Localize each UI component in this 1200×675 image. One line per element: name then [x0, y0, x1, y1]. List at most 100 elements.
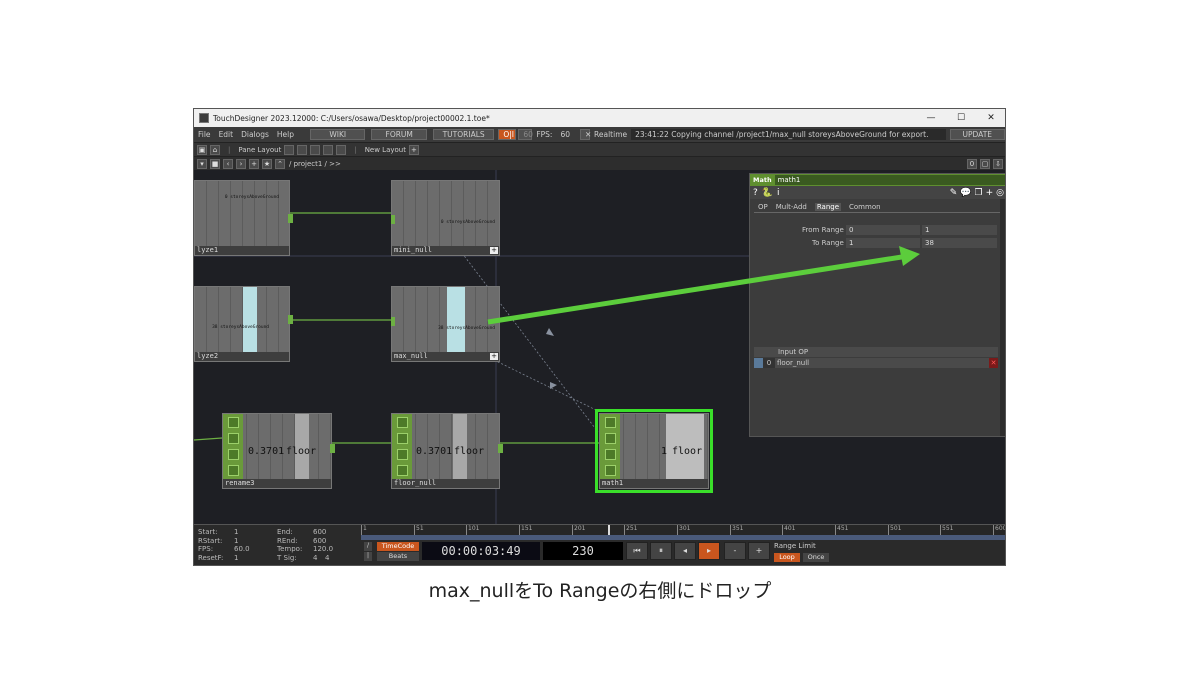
wave-icon[interactable]: [227, 432, 239, 444]
fps-value[interactable]: 60.0: [234, 545, 277, 554]
node-analyze1[interactable]: 0 storeysAboveGround lyze1: [194, 180, 293, 256]
node-max-null[interactable]: 38 storeysAboveGround max_null +: [391, 286, 500, 362]
home-icon[interactable]: ⌂: [210, 144, 220, 155]
resetf-value[interactable]: 1: [234, 554, 277, 563]
menu-file[interactable]: File: [194, 130, 215, 139]
menu-edit[interactable]: Edit: [215, 130, 238, 139]
minimize-button[interactable]: —: [916, 109, 946, 127]
network-editor[interactable]: 0 storeysAboveGround lyze1 0 storeysAbov…: [194, 170, 1005, 524]
plus-icon[interactable]: +: [249, 158, 259, 169]
realtime-checkbox[interactable]: ✕: [580, 129, 591, 140]
end-value[interactable]: 600: [313, 528, 326, 537]
tsig-b[interactable]: 4: [325, 554, 329, 563]
tsig-a[interactable]: 4: [313, 554, 325, 563]
start-value[interactable]: 1: [234, 528, 277, 537]
wave-icon[interactable]: [396, 432, 408, 444]
tab-op[interactable]: OP: [758, 203, 768, 211]
to-range-field-2[interactable]: 38: [922, 238, 997, 248]
forum-button[interactable]: FORUM: [371, 129, 427, 140]
node-label[interactable]: math1: [600, 479, 708, 488]
close-button[interactable]: ✕: [976, 109, 1005, 127]
frame-display[interactable]: 230: [543, 542, 623, 560]
bomb-icon[interactable]: [604, 465, 616, 477]
timecode-display[interactable]: 00:00:03:49: [422, 542, 540, 560]
sixty-toggle[interactable]: 60: [518, 129, 533, 140]
maximize-button[interactable]: ☐: [946, 109, 976, 127]
node-label[interactable]: max_null: [392, 352, 499, 361]
pin-icon[interactable]: ⇩: [993, 158, 1003, 169]
node-rename3[interactable]: 0.3701 floor rename3: [222, 413, 335, 489]
node-floor-null[interactable]: 0.3701 floor floor_null: [391, 413, 503, 489]
node-analyze2[interactable]: 38 storeysAboveGround lyze2: [194, 286, 293, 362]
beats-toggle-icon[interactable]: |: [364, 552, 372, 561]
star-icon[interactable]: ★: [262, 158, 272, 169]
output-connector[interactable]: [330, 444, 335, 453]
input-op-arrow-icon[interactable]: [754, 358, 763, 368]
tab-range[interactable]: Range: [814, 203, 842, 211]
once-button[interactable]: Once: [803, 553, 829, 562]
loop-button[interactable]: Loop: [774, 553, 800, 562]
layout-4-icon[interactable]: [323, 144, 334, 155]
rewind-button[interactable]: ⏮: [626, 542, 648, 560]
timecode-toggle-icon[interactable]: /: [364, 542, 372, 551]
beats-button[interactable]: Beats: [377, 552, 419, 561]
timeline-ruler[interactable]: 1 51 101 151 201 251 301 351 401 451 501 551 600: [361, 525, 1005, 535]
arrow-icon[interactable]: [604, 449, 616, 461]
edit-icon[interactable]: ✎: [950, 188, 958, 198]
menu-dialogs[interactable]: Dialogs: [237, 130, 273, 139]
path-zero[interactable]: 0: [967, 158, 977, 169]
parent-icon[interactable]: ⌃: [275, 158, 285, 169]
tutorials-button[interactable]: TUTORIALS: [432, 129, 495, 140]
op-name[interactable]: math1: [774, 175, 1005, 185]
node-mini-null[interactable]: 0 storeysAboveGround mini_null +: [391, 180, 500, 256]
timecode-button[interactable]: TimeCode: [377, 542, 419, 551]
panel-scrollbar[interactable]: [1000, 199, 1005, 436]
tab-common[interactable]: Common: [849, 203, 881, 211]
remove-icon[interactable]: ✕: [989, 358, 998, 368]
perform-toggle[interactable]: O|I: [498, 129, 517, 140]
viewer-plus-icon[interactable]: +: [490, 353, 498, 360]
split-icon[interactable]: ▢: [980, 158, 990, 169]
rend-value[interactable]: 600: [313, 537, 326, 546]
node-label[interactable]: lyze2: [195, 352, 289, 361]
target-icon[interactable]: [227, 416, 239, 428]
step-forward-button[interactable]: +: [748, 542, 770, 560]
copy-icon[interactable]: ❐: [975, 188, 983, 198]
output-connector[interactable]: [498, 444, 503, 453]
playhead[interactable]: [608, 525, 610, 535]
rstart-value[interactable]: 1: [234, 537, 277, 546]
back-icon[interactable]: ‹: [223, 158, 233, 169]
arrow-icon[interactable]: [227, 449, 239, 461]
bomb-icon[interactable]: [396, 465, 408, 477]
node-label[interactable]: floor_null: [392, 479, 499, 488]
menu-down-icon[interactable]: ▾: [197, 158, 207, 169]
from-range-field-2[interactable]: 1: [922, 225, 997, 235]
tab-mult-add[interactable]: Mult-Add: [776, 203, 807, 211]
stop-icon[interactable]: ■: [210, 158, 220, 169]
step-back-button[interactable]: -: [724, 542, 746, 560]
arrow-icon[interactable]: [396, 449, 408, 461]
wiki-button[interactable]: WIKI: [310, 129, 366, 140]
tempo-value[interactable]: 120.0: [313, 545, 333, 554]
output-connector[interactable]: [288, 214, 293, 223]
target-icon[interactable]: [604, 416, 616, 428]
input-connector[interactable]: [391, 317, 395, 326]
target-icon[interactable]: ◎: [996, 188, 1004, 198]
output-connector[interactable]: [288, 315, 293, 324]
layout-5-icon[interactable]: [336, 144, 347, 155]
node-label[interactable]: rename3: [223, 479, 331, 488]
layout-1-icon[interactable]: [284, 144, 295, 155]
timeline-range-bar[interactable]: [361, 535, 1005, 540]
to-range-field-1[interactable]: 1: [846, 238, 920, 248]
image-icon[interactable]: ▣: [197, 144, 207, 155]
viewer-plus-icon[interactable]: +: [490, 247, 498, 254]
pause-button[interactable]: ⏸: [650, 542, 672, 560]
plus-icon[interactable]: +: [986, 188, 994, 198]
wave-icon[interactable]: [604, 432, 616, 444]
layout-2-icon[interactable]: [297, 144, 308, 155]
from-range-field-1[interactable]: 0: [846, 225, 920, 235]
input-connector[interactable]: [391, 215, 395, 224]
reverse-button[interactable]: ◂: [674, 542, 696, 560]
menu-help[interactable]: Help: [273, 130, 298, 139]
target-icon[interactable]: [396, 416, 408, 428]
